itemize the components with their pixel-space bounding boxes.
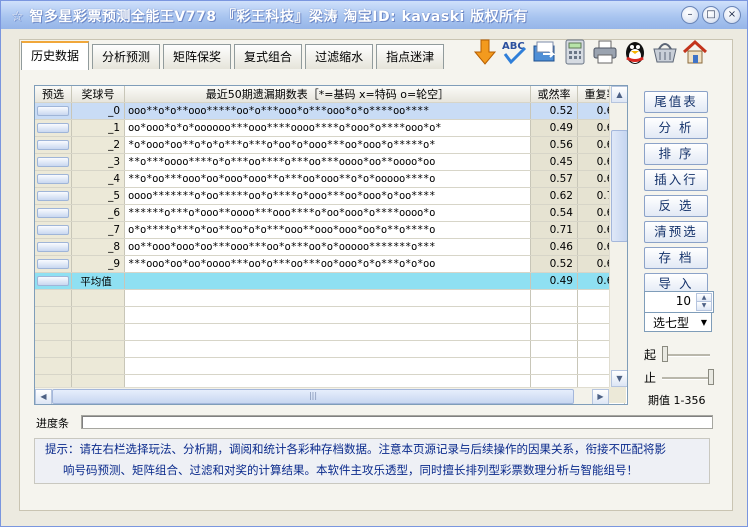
insert-row-button[interactable]: 插入行	[644, 169, 708, 191]
tab-analysis[interactable]: 分析预测	[92, 44, 161, 69]
count-value: 10	[675, 294, 691, 308]
toolbar: ABC	[471, 36, 709, 68]
end-slider-track[interactable]	[662, 377, 710, 380]
table-row[interactable]: _8 oo**ooo*ooo*oo***ooo***oo*o***oo*o*ooo…	[35, 238, 625, 256]
invert-select-button[interactable]: 反 选	[644, 195, 708, 217]
hint-line-1: 提示：请在右栏选择玩法、分析期，调阅和统计各彩种存档数据。注意本页源记录与后续操…	[45, 442, 666, 456]
scroll-down-icon[interactable]: ▼	[611, 370, 627, 387]
tail-table-button[interactable]: 尾值表	[644, 91, 708, 113]
preselect-button[interactable]	[37, 242, 69, 252]
scroll-corner	[609, 387, 626, 403]
end-slider-handle[interactable]	[708, 369, 714, 385]
table-row[interactable]: _2 *o*ooo*oo**o*o*o***o***o*oo*o*ooo***oo…	[35, 136, 625, 154]
end-slider-label: 止	[644, 371, 657, 385]
window-title: ☆ 智多星彩票预测全能王V778 『彩王科技』梁涛 淘宝ID: kavaski …	[11, 9, 529, 25]
table-row[interactable]: _4 **o*oo***ooo*oo*ooo*ooo**o***oo*ooo**o…	[35, 170, 625, 188]
end-slider-row: 止	[644, 369, 716, 385]
preselect-button[interactable]	[37, 208, 69, 218]
start-slider-handle[interactable]	[662, 346, 668, 362]
header-ball[interactable]: 奖球号	[71, 86, 125, 103]
header-pattern[interactable]: 最近50期遗漏期数表［*=基码 x=特码 o=轮空］	[124, 86, 531, 103]
maximize-icon[interactable]: □	[702, 6, 720, 24]
table-row[interactable]: _0 ooo**o*o**ooo*****oo*o***ooo*o***ooo*o…	[35, 102, 625, 120]
hint-line-2: 响号码预测、矩阵组合、过滤和对奖的计算结果。本软件主攻乐透型，同时擅长排列型彩票…	[63, 463, 638, 477]
average-row[interactable]: 平均值0.490.64	[35, 272, 625, 290]
empty-row	[35, 289, 625, 307]
close-icon[interactable]: ×	[723, 6, 741, 24]
minimize-icon[interactable]: –	[681, 6, 699, 24]
progress-label: 进度条	[36, 417, 69, 430]
preselect-button[interactable]	[37, 259, 69, 269]
table-row[interactable]: _1 oo*ooo*o*o*oooooo***ooo****oooo****o*o…	[35, 119, 625, 137]
empty-row	[35, 340, 625, 358]
stepper-down-icon[interactable]: ▼	[696, 301, 712, 311]
basket-icon[interactable]	[651, 36, 679, 68]
table-header-row: 预选 奖球号 最近50期遗漏期数表［*=基码 x=特码 o=轮空］ 或然率 重复…	[35, 86, 625, 103]
side-button-panel: 尾值表 分 析 排 序 插入行 反 选 清预选 存 档 导 入	[644, 91, 708, 295]
preselect-button[interactable]	[37, 225, 69, 235]
progress-bar	[81, 415, 713, 429]
empty-row	[35, 357, 625, 375]
period-range-value: 1-356	[673, 394, 706, 407]
tab-guide[interactable]: 指点迷津	[376, 44, 445, 69]
dropdown-arrow-icon[interactable]: ▼	[701, 313, 707, 333]
preselect-button[interactable]	[37, 174, 69, 184]
save-button[interactable]: 存 档	[644, 247, 708, 269]
window-controls: – □ ×	[681, 6, 741, 24]
preselect-button[interactable]	[37, 123, 69, 133]
export-icon[interactable]	[531, 36, 559, 68]
period-range: 期值 1-356	[648, 392, 705, 408]
table-row[interactable]: _9 ***ooo*oo*oo*oooo***oo*o***oo***oo*ooo…	[35, 255, 625, 273]
qq-penguin-icon[interactable]	[621, 36, 649, 68]
preselect-button[interactable]	[37, 106, 69, 116]
clear-preselect-button[interactable]: 清预选	[644, 221, 708, 243]
empty-row	[35, 323, 625, 341]
analyze-button[interactable]: 分 析	[644, 117, 708, 139]
omission-grid: 预选 奖球号 最近50期遗漏期数表［*=基码 x=特码 o=轮空］ 或然率 重复…	[35, 86, 625, 404]
scroll-left-icon[interactable]: ◀	[35, 389, 52, 404]
table-row[interactable]: _6 ******o***o*ooo**oooo***ooo****o*oo*oo…	[35, 204, 625, 222]
horizontal-scroll-thumb[interactable]: |||	[52, 389, 574, 404]
scroll-right-icon[interactable]: ▶	[592, 389, 609, 404]
scroll-up-icon[interactable]: ▲	[611, 86, 627, 103]
start-slider-label: 起	[644, 348, 657, 362]
header-preselect[interactable]: 预选	[35, 86, 72, 103]
title-bar[interactable]: ☆ 智多星彩票预测全能王V778 『彩王科技』梁涛 淘宝ID: kavaski …	[1, 1, 747, 29]
home-icon[interactable]	[681, 36, 709, 68]
calculator-icon[interactable]	[561, 36, 589, 68]
play-type-value: 选七型	[653, 316, 690, 330]
sort-button[interactable]: 排 序	[644, 143, 708, 165]
horizontal-scrollbar[interactable]: ◀ ||| ▶	[35, 387, 609, 404]
spellcheck-icon[interactable]: ABC	[501, 36, 529, 68]
start-slider-row: 起	[644, 346, 716, 362]
tab-bar: 历史数据 分析预测 矩阵保奖 复式组合 过滤缩水 指点迷津	[21, 41, 447, 70]
preselect-button[interactable]	[37, 140, 69, 150]
play-type-select[interactable]: 选七型 ▼	[644, 312, 712, 332]
tab-matrix[interactable]: 矩阵保奖	[163, 44, 232, 69]
empty-row	[35, 306, 625, 324]
omission-table: 预选 奖球号 最近50期遗漏期数表［*=基码 x=特码 o=轮空］ 或然率 重复…	[34, 85, 628, 405]
app-window: ☆ 智多星彩票预测全能王V778 『彩王科技』梁涛 淘宝ID: kavaski …	[0, 0, 748, 527]
vertical-scrollbar[interactable]: ▲ ▼	[609, 86, 627, 387]
tab-compound[interactable]: 复式组合	[234, 44, 303, 69]
printer-icon[interactable]	[591, 36, 619, 68]
tab-history[interactable]: 历史数据	[21, 41, 90, 70]
table-row[interactable]: _3 **o***oooo****o*o***oo****o***oo***ooo…	[35, 153, 625, 171]
table-row[interactable]: _5 oooo*******o*oo*****oo*o****o*ooo***oo…	[35, 187, 625, 205]
preselect-button[interactable]	[37, 191, 69, 201]
start-slider-track[interactable]	[662, 354, 710, 357]
vertical-scroll-thumb[interactable]	[611, 130, 627, 242]
table-row[interactable]: _7 o*o****o***o*oo**oo*o*o***ooo**ooo*ooo…	[35, 221, 625, 239]
preselect-button[interactable]	[37, 157, 69, 167]
header-rate[interactable]: 或然率	[530, 86, 578, 103]
tab-filter[interactable]: 过滤缩水	[305, 44, 374, 69]
down-arrow-icon[interactable]	[471, 36, 499, 68]
hint-box: 提示：请在右栏选择玩法、分析期，调阅和统计各彩种存档数据。注意本页源记录与后续操…	[34, 438, 710, 484]
period-label: 期值	[648, 394, 670, 407]
preselect-button[interactable]	[37, 276, 69, 286]
count-stepper[interactable]: 10 ▲ ▼	[644, 291, 714, 313]
